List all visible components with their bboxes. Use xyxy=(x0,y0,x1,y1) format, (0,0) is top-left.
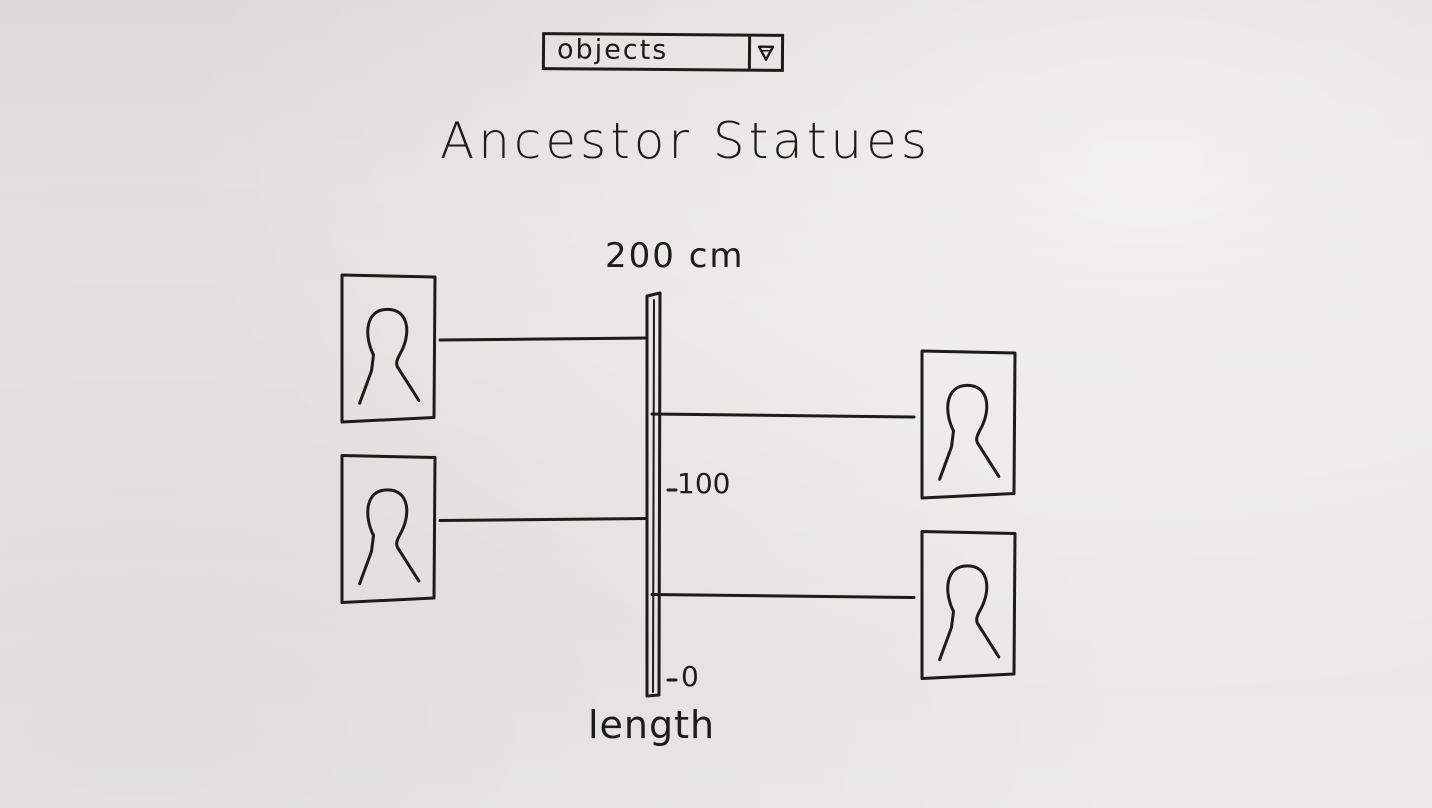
statue-icon xyxy=(358,488,421,586)
connector-line xyxy=(438,517,647,522)
tick-label-0: 0 xyxy=(681,660,699,693)
statue-shoulders-outline xyxy=(938,609,1001,662)
statue-icon xyxy=(938,564,1001,662)
length-diagram xyxy=(340,273,1017,698)
connector-line xyxy=(650,412,916,419)
statue-shoulders-outline xyxy=(358,353,421,405)
scale-bar-inner-line xyxy=(652,299,655,693)
statue-photo-frame xyxy=(920,349,1017,500)
statue-photo-frame xyxy=(920,530,1017,680)
connector-line xyxy=(650,593,916,599)
axis-label: length xyxy=(588,703,716,747)
statue-item-2[interactable] xyxy=(340,454,647,604)
statue-icon xyxy=(938,383,1001,481)
tick-label-100: 100 xyxy=(677,467,731,500)
connector-line xyxy=(438,336,647,342)
statue-item-1[interactable] xyxy=(340,273,647,424)
statue-icon xyxy=(358,307,421,405)
statue-photo-frame xyxy=(340,273,437,424)
scale-ticks xyxy=(666,488,678,682)
statue-shoulders-outline xyxy=(938,429,1001,481)
statue-item-4[interactable] xyxy=(650,530,1017,680)
statue-shoulders-outline xyxy=(358,533,421,586)
statue-photo-frame xyxy=(340,454,437,604)
